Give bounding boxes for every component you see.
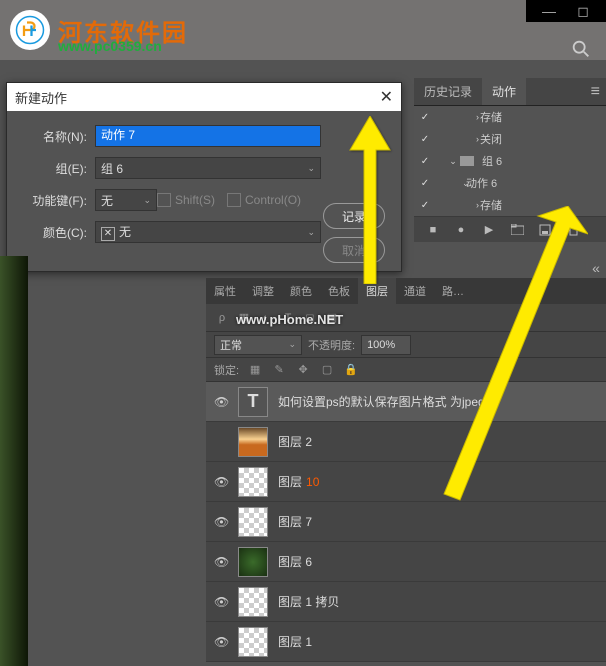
layer-row[interactable]: 👁 图层 1 [206,622,606,662]
filter-icon[interactable]: ρ [214,310,230,326]
lock-brush-icon[interactable]: ✎ [271,362,287,378]
lock-all-icon[interactable]: 🔒 [343,362,359,378]
layer-thumbnail [238,627,268,657]
panel-menu-icon[interactable]: ≡ [591,83,606,101]
maximize-icon[interactable]: ◻ [570,4,596,18]
opacity-input[interactable]: 100% [361,335,411,355]
layer-thumbnail [238,587,268,617]
layer-thumbnail [238,547,268,577]
search-icon[interactable] [570,38,598,66]
close-icon[interactable]: ✕ [380,87,393,107]
lock-move-icon[interactable]: ✥ [295,362,311,378]
folder-new-icon[interactable] [510,223,524,237]
control-checkbox [227,193,241,207]
group-select[interactable]: 组 6⌄ [95,157,321,179]
layer-name[interactable]: 图层 6 [278,553,312,570]
opacity-label: 不透明度: [308,337,355,353]
lock-artboard-icon[interactable]: ▢ [319,362,335,378]
layer-name[interactable]: 图层 7 [278,513,312,530]
canvas [0,256,28,666]
control-label: Control(O) [245,193,301,207]
trash-icon[interactable] [566,223,580,237]
fkey-label: 功能键(F): [21,192,87,209]
layer-row[interactable]: 👁 T 如何设置ps的默认保存图片格式 为jpeg? [206,382,606,422]
layer-name[interactable]: 图层 2 [278,433,312,450]
layer-name[interactable]: 图层 1 拷贝 [278,593,339,610]
name-label: 名称(N): [21,128,87,145]
tab-actions[interactable]: 动作 [482,78,526,105]
play-icon[interactable]: ▶ [482,223,496,237]
cancel-button[interactable]: 取消 [323,237,385,263]
visibility-icon[interactable]: 👁 [214,515,228,529]
action-item[interactable]: 动作 6 [462,175,497,191]
visibility-icon[interactable]: 👁 [214,395,228,409]
dialog-title: 新建动作 [15,88,67,107]
action-item[interactable]: 存储 [476,109,502,125]
layer-name[interactable]: 图层10 [278,473,319,490]
action-group[interactable]: 组 6 [478,153,502,169]
action-item[interactable]: 存储 [476,197,502,213]
visibility-icon[interactable]: 👁 [214,475,228,489]
watermark: www.pHome.NET [236,312,343,327]
group-label: 组(E): [21,160,87,177]
lock-pixels-icon[interactable]: ▦ [247,362,263,378]
tab-properties[interactable]: 属性 [206,278,244,304]
shift-checkbox [157,193,171,207]
visibility-icon[interactable]: 👁 [214,635,228,649]
visibility-icon[interactable]: 👁 [214,555,228,569]
layer-thumbnail [238,467,268,497]
layer-name[interactable]: 如何设置ps的默认保存图片格式 为jpeg? [278,393,491,410]
visibility-icon[interactable]: 👁 [214,595,228,609]
tab-adjustments[interactable]: 调整 [244,278,282,304]
tab-channels[interactable]: 通道 [396,278,434,304]
blend-mode-select[interactable]: 正常⌄ [214,335,302,355]
name-input[interactable]: 动作 7 [95,125,321,147]
layer-row[interactable]: 图层 2 [206,422,606,462]
action-item[interactable]: 关闭 [476,131,502,147]
minimize-icon[interactable]: — [536,4,562,18]
tab-paths[interactable]: 路… [434,278,472,304]
stop-icon[interactable]: ■ [426,223,440,237]
layer-thumbnail: T [238,387,268,417]
site-url: www.pc0359.cn [58,38,162,54]
lock-label: 锁定: [214,362,239,378]
tab-swatches[interactable]: 色板 [320,278,358,304]
folder-icon [460,156,474,166]
expand-panel-icon[interactable]: « [586,258,606,278]
tab-history[interactable]: 历史记录 [414,78,482,105]
layer-row[interactable]: 👁 图层 1 拷贝 [206,582,606,622]
layer-thumbnail [238,507,268,537]
new-action-dialog: 新建动作 ✕ 名称(N): 动作 7 组(E): 组 6⌄ 功能键(F): 无⌄… [6,82,402,272]
layer-row[interactable]: 👁 图层 6 [206,542,606,582]
layer-name[interactable]: 图层 1 [278,633,312,650]
new-action-icon[interactable] [538,223,552,237]
layer-thumbnail [238,427,268,457]
color-select[interactable]: ✕无⌄ [95,221,321,243]
record-icon[interactable]: ● [454,223,468,237]
layer-row[interactable]: 👁 图层 7 [206,502,606,542]
site-logo [10,10,50,50]
layer-row[interactable]: 👁 图层10 [206,462,606,502]
fkey-select[interactable]: 无⌄ [95,189,157,211]
tab-color[interactable]: 颜色 [282,278,320,304]
layers-panel: 属性 调整 颜色 色板 图层 通道 路… ρ ▦ ◐ T ◻ ▣ 正常⌄ 不透明… [206,278,606,662]
actions-panel: 历史记录 动作 ≡ ✓›存储 ✓›关闭 ✓⌄组 6 ✓⌄动作 6 ✓›存储 ■ … [414,78,606,242]
shift-label: Shift(S) [175,193,215,207]
record-button[interactable]: 记录 [323,203,385,229]
tab-layers[interactable]: 图层 [358,278,396,304]
color-label: 颜色(C): [21,224,87,241]
